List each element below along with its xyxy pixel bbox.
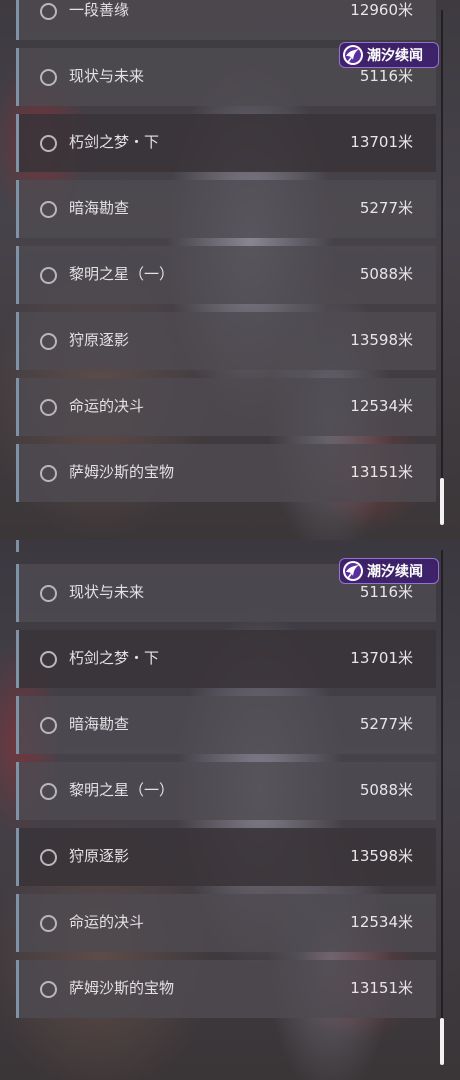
item-accent-bar <box>16 564 19 622</box>
item-accent-bar <box>16 540 19 552</box>
list-item-highlighted[interactable]: 狩原逐影 13598米 <box>16 828 436 886</box>
quest-name: 现状与未来 <box>69 583 145 601</box>
quest-list-panel-top: 一段善缘 12960米 现状与未来 5116米 朽剑之梦・下 13701米 暗海… <box>0 0 460 540</box>
quest-distance: 5277米 <box>359 199 413 217</box>
quest-name: 朽剑之梦・下 <box>69 649 160 667</box>
quest-name: 萨姆沙斯的宝物 <box>69 979 175 997</box>
item-accent-bar <box>16 378 19 436</box>
item-accent-bar <box>16 894 19 952</box>
radio-circle-icon[interactable] <box>40 981 57 998</box>
radio-circle-icon[interactable] <box>40 3 57 20</box>
quest-distance: 13151米 <box>350 463 413 481</box>
quest-distance: 5088米 <box>359 781 413 799</box>
scrollbar-track[interactable] <box>440 550 444 1065</box>
quest-distance: 12534米 <box>350 913 413 931</box>
list-item-highlighted[interactable]: 朽剑之梦・下 13701米 <box>16 630 436 688</box>
quest-list-panel-bottom: 现状与未来 5116米 朽剑之梦・下 13701米 暗海勘查 5277米 黎明之… <box>0 540 460 1080</box>
item-accent-bar <box>16 312 19 370</box>
list-item[interactable]: 萨姆沙斯的宝物 13151米 <box>16 444 436 502</box>
quest-distance: 13701米 <box>350 649 413 667</box>
quest-name: 黎明之星（一） <box>69 781 175 799</box>
quest-name: 狩原逐影 <box>69 847 130 865</box>
list-item-highlighted[interactable]: 朽剑之梦・下 13701米 <box>16 114 436 172</box>
quest-name: 暗海勘查 <box>69 715 130 733</box>
quest-list: 一段善缘 12960米 现状与未来 5116米 朽剑之梦・下 13701米 暗海… <box>16 0 436 510</box>
list-item[interactable]: 命运的决斗 12534米 <box>16 378 436 436</box>
item-accent-bar <box>16 246 19 304</box>
radio-circle-icon[interactable] <box>40 465 57 482</box>
item-accent-bar <box>16 444 19 502</box>
list-item[interactable]: 命运的决斗 12534米 <box>16 894 436 952</box>
quest-name: 狩原逐影 <box>69 331 130 349</box>
quest-name: 黎明之星（一） <box>69 265 175 283</box>
scrollbar-thumb[interactable] <box>440 1018 444 1065</box>
radio-circle-icon[interactable] <box>40 135 57 152</box>
item-accent-bar <box>16 48 19 106</box>
scrollbar-thumb[interactable] <box>440 478 444 525</box>
list-item[interactable]: 暗海勘查 5277米 <box>16 696 436 754</box>
tide-logo-icon <box>343 561 363 581</box>
quest-list: 现状与未来 5116米 朽剑之梦・下 13701米 暗海勘查 5277米 黎明之… <box>16 564 436 1026</box>
radio-circle-icon[interactable] <box>40 69 57 86</box>
list-item[interactable]: 萨姆沙斯的宝物 13151米 <box>16 960 436 1018</box>
radio-circle-icon[interactable] <box>40 333 57 350</box>
radio-circle-icon[interactable] <box>40 585 57 602</box>
quest-distance: 13598米 <box>350 331 413 349</box>
item-accent-bar <box>16 180 19 238</box>
quest-distance: 5277米 <box>359 715 413 733</box>
tide-logo-icon <box>343 45 363 65</box>
list-item[interactable]: 暗海勘查 5277米 <box>16 180 436 238</box>
quest-distance: 13598米 <box>350 847 413 865</box>
quest-distance: 5116米 <box>359 583 413 601</box>
quest-name: 命运的决斗 <box>69 913 145 931</box>
quest-name: 一段善缘 <box>69 1 130 19</box>
radio-circle-icon[interactable] <box>40 651 57 668</box>
scrollbar-track[interactable] <box>440 10 444 525</box>
list-item[interactable]: 黎明之星（一） 5088米 <box>16 246 436 304</box>
item-accent-bar <box>16 630 19 688</box>
watermark-badge: 潮汐续闻 <box>339 42 439 68</box>
quest-name: 命运的决斗 <box>69 397 145 415</box>
watermark-text: 潮汐续闻 <box>367 564 423 580</box>
list-item[interactable]: 狩原逐影 13598米 <box>16 312 436 370</box>
radio-circle-icon[interactable] <box>40 267 57 284</box>
watermark-badge: 潮汐续闻 <box>339 558 439 584</box>
list-item[interactable]: 一段善缘 12960米 <box>16 0 436 40</box>
radio-circle-icon[interactable] <box>40 201 57 218</box>
quest-name: 现状与未来 <box>69 67 145 85</box>
radio-circle-icon[interactable] <box>40 783 57 800</box>
quest-distance: 5116米 <box>359 67 413 85</box>
item-accent-bar <box>16 0 19 40</box>
radio-circle-icon[interactable] <box>40 717 57 734</box>
quest-name: 暗海勘查 <box>69 199 130 217</box>
quest-distance: 5088米 <box>359 265 413 283</box>
quest-distance: 12960米 <box>350 1 413 19</box>
item-accent-bar <box>16 114 19 172</box>
watermark-text: 潮汐续闻 <box>367 48 423 64</box>
radio-circle-icon[interactable] <box>40 915 57 932</box>
list-item[interactable]: 黎明之星（一） 5088米 <box>16 762 436 820</box>
quest-distance: 13151米 <box>350 979 413 997</box>
quest-name: 朽剑之梦・下 <box>69 133 160 151</box>
quest-distance: 12534米 <box>350 397 413 415</box>
item-accent-bar <box>16 960 19 1018</box>
radio-circle-icon[interactable] <box>40 399 57 416</box>
item-accent-bar <box>16 828 19 886</box>
quest-distance: 13701米 <box>350 133 413 151</box>
item-accent-bar <box>16 762 19 820</box>
quest-name: 萨姆沙斯的宝物 <box>69 463 175 481</box>
item-accent-bar <box>16 696 19 754</box>
radio-circle-icon[interactable] <box>40 849 57 866</box>
screenshot-composite: 一段善缘 12960米 现状与未来 5116米 朽剑之梦・下 13701米 暗海… <box>0 0 460 1080</box>
